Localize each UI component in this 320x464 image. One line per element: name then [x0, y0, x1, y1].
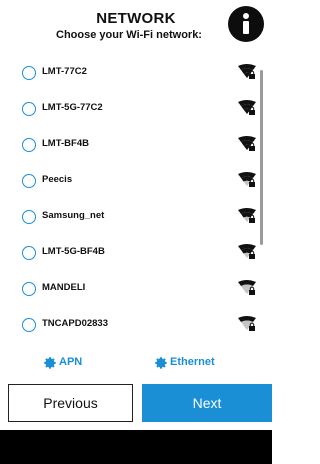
gear-icon	[44, 357, 56, 369]
wifi-signal-icon	[238, 208, 256, 223]
network-row[interactable]: Samsung_net	[0, 200, 266, 236]
info-button[interactable]	[228, 6, 264, 42]
wifi-signal-icon	[238, 136, 256, 151]
wifi-signal-icon	[238, 172, 256, 187]
wifi-signal-icon	[238, 100, 256, 115]
scrollbar[interactable]	[260, 70, 263, 245]
gear-icon	[155, 357, 167, 369]
network-ssid: LMT-77C2	[42, 66, 87, 77]
network-radio[interactable]	[22, 102, 36, 116]
network-radio[interactable]	[22, 318, 36, 332]
network-ssid: LMT-5G-BF4B	[42, 246, 105, 257]
network-list: LMT-77C2 LMT-5G-77C2 LMT-BF4B Peecis Samsung…	[0, 56, 272, 346]
network-ssid: TNCAPD02833	[42, 318, 108, 329]
header: NETWORK Choose your Wi-Fi network:	[0, 0, 272, 52]
network-radio[interactable]	[22, 66, 36, 80]
wifi-signal-icon	[238, 316, 256, 331]
ethernet-label: Ethernet	[170, 356, 215, 368]
network-radio[interactable]	[22, 138, 36, 152]
network-ssid: Peecis	[42, 174, 73, 185]
network-row[interactable]: Peecis	[0, 164, 266, 200]
bottom-bar	[0, 430, 272, 464]
ethernet-link[interactable]: Ethernet	[153, 354, 215, 370]
network-radio[interactable]	[22, 174, 36, 188]
network-ssid: Samsung_net	[42, 210, 105, 221]
next-button[interactable]: Next	[142, 384, 272, 422]
previous-button[interactable]: Previous	[8, 384, 133, 422]
network-ssid: MANDELI	[42, 282, 86, 293]
network-ssid: LMT-5G-77C2	[42, 102, 103, 113]
network-row[interactable]: MANDELI	[0, 272, 266, 308]
network-row[interactable]: LMT-77C2	[0, 56, 266, 92]
network-radio[interactable]	[22, 246, 36, 260]
apn-label: APN	[59, 356, 83, 368]
network-radio[interactable]	[22, 210, 36, 224]
wifi-signal-icon	[238, 64, 256, 79]
apn-link[interactable]: APN	[42, 354, 82, 370]
settings-links: APN Ethernet	[0, 352, 272, 376]
network-row[interactable]: LMT-5G-77C2	[0, 92, 266, 128]
info-icon	[243, 13, 249, 34]
wifi-signal-icon	[238, 244, 256, 259]
network-ssid: LMT-BF4B	[42, 138, 89, 149]
network-row[interactable]: TNCAPD02833	[0, 308, 266, 344]
wifi-signal-icon	[238, 280, 256, 295]
network-radio[interactable]	[22, 282, 36, 296]
network-row[interactable]: LMT-5G-BF4B	[0, 236, 266, 272]
network-row[interactable]: LMT-BF4B	[0, 128, 266, 164]
